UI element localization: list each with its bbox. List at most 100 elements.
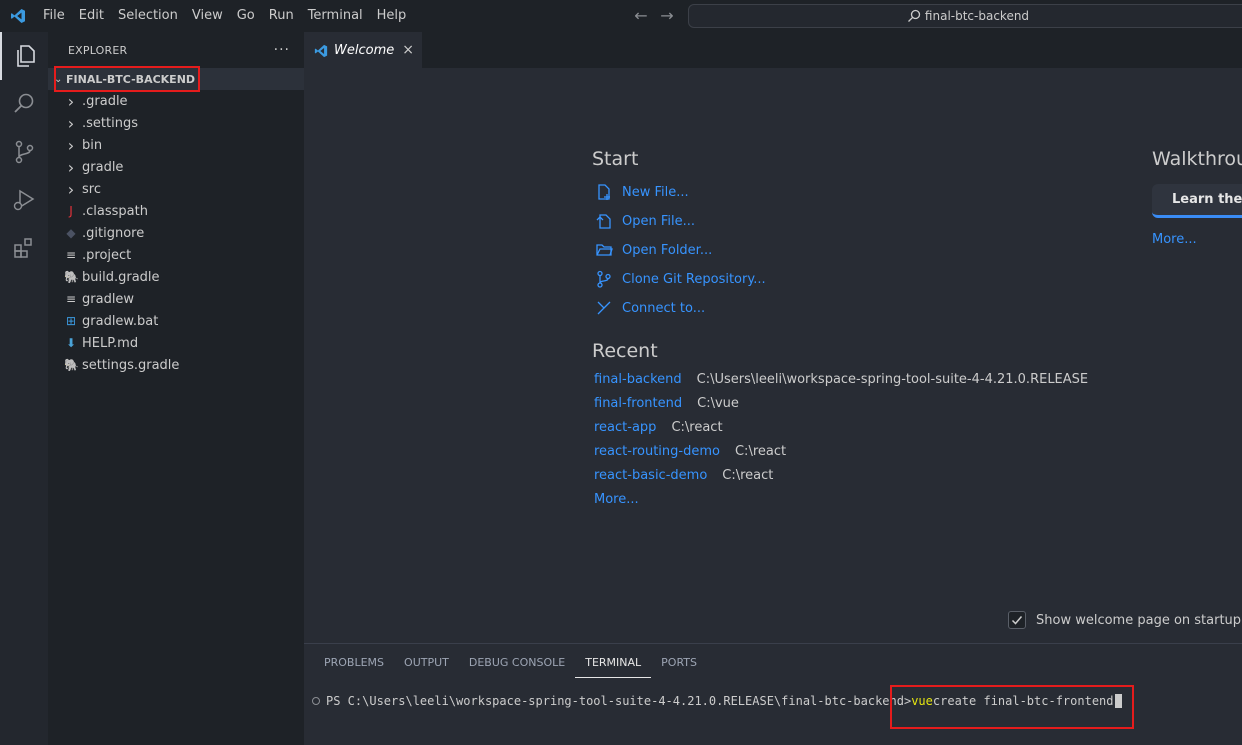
connect-to-label: Connect to... (622, 300, 706, 316)
recent-path: C:\vue (697, 396, 739, 411)
open-folder-icon (594, 240, 614, 260)
menu-help[interactable]: Help (370, 0, 414, 32)
open-file-icon (594, 211, 614, 231)
show-on-startup-toggle[interactable]: Show welcome page on startup (1008, 611, 1241, 629)
menu-file[interactable]: File (36, 0, 72, 32)
recent-link[interactable]: react-basic-demo (594, 468, 707, 483)
file-tree-item[interactable]: › .settings (48, 112, 304, 134)
welcome-page: Start New File... Open File... Open Fold… (304, 68, 1242, 643)
menu-go[interactable]: Go (230, 0, 262, 32)
tab-debug-console[interactable]: DEBUG CONSOLE (459, 654, 575, 678)
checkbox[interactable] (1008, 611, 1026, 629)
chevron-right-icon: › (67, 179, 75, 199)
show-on-startup-label: Show welcome page on startup (1036, 612, 1242, 628)
new-file-icon (594, 182, 614, 202)
explorer-sidebar: EXPLORER ··· ⌄ FINAL-BTC-BACKEND › .gradl… (48, 32, 304, 745)
source-control-icon[interactable] (0, 128, 48, 176)
search-icon (907, 9, 921, 22)
tab-problems[interactable]: PROBLEMS (324, 654, 394, 678)
chevron-right-icon: › (67, 135, 75, 155)
run-debug-icon[interactable] (0, 176, 48, 224)
navigation-arrows: ← → (632, 6, 676, 26)
panel-tabs: PROBLEMS OUTPUT DEBUG CONSOLE TERMINAL P… (324, 654, 707, 678)
activity-bar (0, 32, 48, 745)
open-folder-link[interactable]: Open Folder... (594, 240, 712, 260)
clone-git-repository-label: Clone Git Repository... (622, 271, 766, 287)
recent-link[interactable]: react-routing-demo (594, 444, 720, 459)
gradle-file-icon: 🐘 (64, 270, 79, 284)
file-tree: › .gradle › .settings › bin › gradle › src J .class… (48, 90, 304, 376)
file-tree-item[interactable]: ≡ gradlew (48, 288, 304, 310)
java-file-icon: J (69, 204, 73, 218)
close-icon[interactable]: × (402, 42, 414, 58)
title-bar: File Edit Selection View Go Run Terminal… (0, 0, 1242, 32)
file-tree-item[interactable]: 🐘 build.gradle (48, 266, 304, 288)
menu-run[interactable]: Run (262, 0, 301, 32)
chevron-right-icon: › (67, 91, 75, 111)
menu-selection[interactable]: Selection (111, 0, 185, 32)
file-tree-item[interactable]: ⬇ HELP.md (48, 332, 304, 354)
file-tree-item-label: settings.gradle (82, 357, 180, 373)
file-tree-item[interactable]: ≡ .project (48, 244, 304, 266)
recent-link[interactable]: final-frontend (594, 396, 682, 411)
file-tree-item[interactable]: ◆ .gitignore (48, 222, 304, 244)
file-tree-item[interactable]: J .classpath (48, 200, 304, 222)
open-file-label: Open File... (622, 213, 696, 229)
file-tree-item[interactable]: › bin (48, 134, 304, 156)
text-file-icon: ≡ (65, 248, 77, 262)
file-tree-item[interactable]: 🐘 settings.gradle (48, 354, 304, 376)
back-arrow-icon[interactable]: ← (632, 6, 650, 26)
recent-link[interactable]: react-app (594, 420, 656, 435)
recent-more-link[interactable]: More... (594, 492, 639, 507)
extensions-icon[interactable] (0, 224, 48, 272)
connect-to-link[interactable]: Connect to... (594, 298, 705, 318)
file-tree-item[interactable]: › .gradle (48, 90, 304, 112)
menu-edit[interactable]: Edit (72, 0, 111, 32)
tab-output[interactable]: OUTPUT (394, 654, 459, 678)
recent-link[interactable]: final-backend (594, 372, 682, 387)
vscode-tab-icon (314, 44, 328, 57)
terminal-prompt: PS C:\Users\leeli\workspace-spring-tool-… (326, 694, 912, 708)
file-tree-item[interactable]: ⊞ gradlew.bat (48, 310, 304, 332)
recent-path: C:\react (734, 444, 787, 459)
file-tree-item-label: .project (82, 247, 132, 263)
file-tree-item[interactable]: › src (48, 178, 304, 200)
recent-path: C:\react (722, 468, 774, 483)
search-icon[interactable] (0, 80, 48, 128)
tab-welcome[interactable]: Welcome × (304, 32, 422, 68)
new-file-link[interactable]: New File... (594, 182, 689, 202)
chevron-right-icon: › (67, 157, 75, 177)
open-folder-label: Open Folder... (622, 242, 713, 258)
explorer-icon[interactable] (0, 32, 48, 80)
start-heading: Start (592, 148, 639, 170)
clone-git-repository-link[interactable]: Clone Git Repository... (594, 269, 766, 289)
markdown-file-icon: ⬇ (65, 336, 77, 350)
new-file-label: New File... (622, 184, 689, 200)
terminal-status-icon (312, 697, 320, 705)
file-tree-item-label: bin (82, 137, 103, 153)
recent-path: C:\Users\leeli\workspace-spring-tool-sui… (696, 372, 1089, 387)
walkthrough-card-label: Learn the Fundamentals (1172, 192, 1242, 207)
tab-welcome-label: Welcome (334, 43, 395, 58)
file-tree-item-label: .classpath (82, 203, 148, 219)
file-tree-item[interactable]: › gradle (48, 156, 304, 178)
search-text: final-btc-backend (924, 9, 1030, 23)
tab-ports[interactable]: PORTS (651, 654, 707, 678)
command-center-search[interactable]: final-btc-backend (688, 4, 1242, 28)
windows-file-icon: ⊞ (65, 314, 77, 328)
file-tree-item-label: .gitignore (82, 225, 145, 241)
recent-item: final-frontend C:\vue (594, 396, 739, 411)
menu-terminal[interactable]: Terminal (301, 0, 370, 32)
forward-arrow-icon[interactable]: → (658, 6, 676, 26)
explorer-header: EXPLORER ··· (48, 32, 304, 68)
file-tree-item-label: gradlew (82, 291, 135, 307)
recent-item: react-routing-demo C:\react (594, 444, 786, 459)
open-file-link[interactable]: Open File... (594, 211, 695, 231)
walkthrough-more-link[interactable]: More... (1152, 232, 1197, 247)
tab-terminal[interactable]: TERMINAL (575, 654, 652, 678)
recent-item: react-basic-demo C:\react (594, 468, 773, 483)
more-actions-icon[interactable]: ··· (274, 42, 290, 58)
walkthrough-card[interactable]: Learn the Fundamentals (1152, 184, 1242, 218)
menu-view[interactable]: View (185, 0, 230, 32)
file-tree-item-label: .settings (82, 115, 138, 131)
